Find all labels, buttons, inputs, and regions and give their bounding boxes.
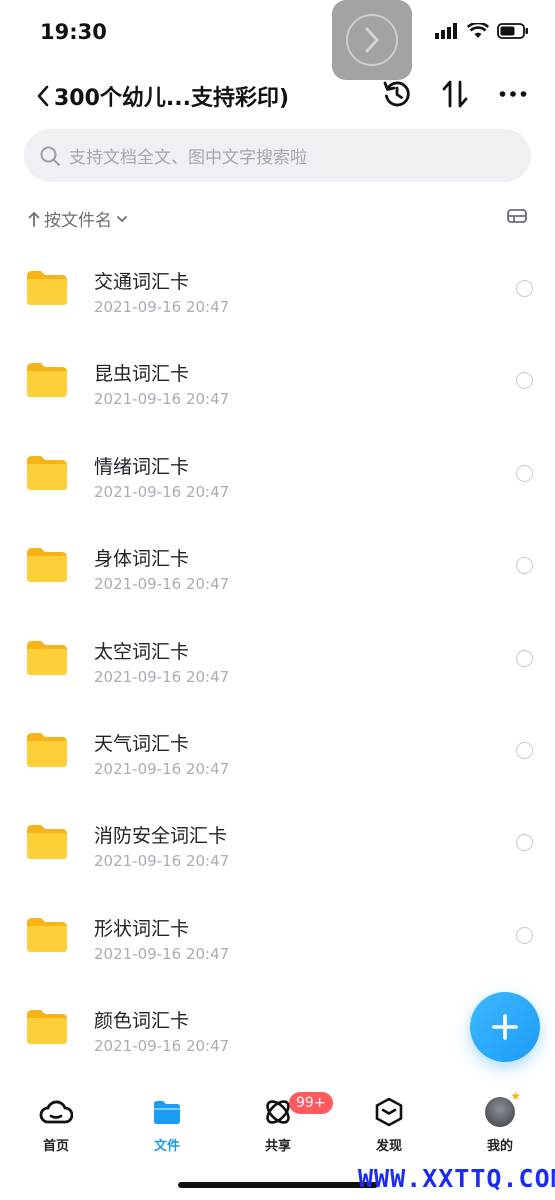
avatar: ★ — [485, 1089, 521, 1127]
cloud-home-icon — [39, 1095, 73, 1129]
folder-icon — [27, 917, 67, 952]
file-name: 消防安全词汇卡 — [94, 825, 228, 848]
history-icon — [383, 81, 410, 107]
file-name: 身体词汇卡 — [94, 548, 190, 571]
tab-discover-label: 发现 — [375, 1139, 402, 1154]
more-dots-icon — [499, 91, 527, 97]
nav-actions — [381, 76, 529, 112]
file-list: 交通词汇卡 2021-09-16 20:47 昆虫词汇卡 2021-09-16 20:… — [0, 240, 555, 1072]
arrow-up-icon — [28, 211, 40, 227]
file-row[interactable]: 消防安全词汇卡 2021-09-16 20:47 — [0, 794, 555, 886]
battery-icon — [497, 23, 528, 39]
tab-home[interactable]: 首页 — [16, 1095, 96, 1154]
folder-icon — [27, 732, 67, 767]
list-view-icon — [507, 209, 527, 223]
status-icons — [435, 23, 529, 39]
chevron-left-icon — [36, 85, 50, 107]
chevron-right-icon — [365, 27, 380, 53]
sort-label: 按文件名 — [44, 211, 112, 231]
file-row[interactable]: 形状词汇卡 2021-09-16 20:47 — [0, 887, 555, 979]
folder-icon — [27, 455, 67, 490]
sort-arrows-icon — [442, 80, 468, 108]
sort-by-name-button[interactable]: 按文件名 — [28, 206, 128, 231]
file-date: 2021-09-16 20:47 — [94, 852, 230, 871]
cellular-signal-icon — [435, 23, 457, 39]
folder-icon — [27, 548, 67, 583]
plus-icon — [492, 1014, 518, 1040]
file-row[interactable]: 天气词汇卡 2021-09-16 20:47 — [0, 702, 555, 794]
file-name: 昆虫词汇卡 — [94, 363, 190, 386]
folder-icon — [27, 1010, 67, 1045]
tab-profile-label: 我的 — [486, 1139, 513, 1154]
folder-icon — [27, 640, 67, 675]
select-checkbox[interactable] — [516, 464, 533, 482]
wifi-icon — [467, 23, 489, 38]
select-checkbox[interactable] — [516, 926, 533, 944]
file-date: 2021-09-16 20:47 — [94, 759, 230, 778]
discover-cube-icon — [372, 1095, 406, 1129]
tab-discover[interactable]: 发现 — [349, 1095, 429, 1154]
tab-share-label: 共享 — [264, 1139, 291, 1154]
select-checkbox[interactable] — [516, 557, 533, 575]
file-name: 天气词汇卡 — [94, 732, 190, 755]
file-name: 形状词汇卡 — [94, 917, 190, 940]
avatar-wrap: ★ — [483, 1089, 521, 1129]
assistive-float-button[interactable] — [332, 0, 412, 80]
select-checkbox[interactable] — [516, 741, 533, 759]
file-row[interactable]: 身体词汇卡 2021-09-16 20:47 — [0, 517, 555, 609]
file-row[interactable]: 情绪词汇卡 2021-09-16 20:47 — [0, 425, 555, 517]
select-checkbox[interactable] — [516, 372, 533, 390]
file-date: 2021-09-16 20:47 — [94, 944, 230, 963]
file-date: 2021-09-16 20:47 — [94, 1037, 230, 1056]
share-badge: 99+ — [289, 1092, 333, 1114]
select-checkbox[interactable] — [516, 834, 533, 852]
file-row[interactable]: 交通词汇卡 2021-09-16 20:47 — [0, 240, 555, 332]
tab-files[interactable]: 文件 — [127, 1095, 207, 1154]
history-button[interactable] — [381, 76, 413, 112]
tab-home-label: 首页 — [42, 1139, 69, 1154]
status-bar: 19:30 — [0, 0, 555, 70]
file-date: 2021-09-16 20:47 — [94, 575, 230, 594]
select-checkbox[interactable] — [516, 280, 533, 297]
select-checkbox[interactable] — [516, 649, 533, 667]
file-date: 2021-09-16 20:47 — [94, 390, 230, 409]
search-placeholder: 支持文档全文、图中文字搜索啦 — [69, 148, 307, 168]
file-date: 2021-09-16 20:47 — [94, 667, 230, 686]
more-button[interactable] — [497, 76, 529, 112]
page-title: 300个幼儿...支持彩印) — [54, 86, 290, 111]
search-input[interactable]: 支持文档全文、图中文字搜索啦 — [24, 129, 531, 182]
view-mode-button[interactable] — [507, 208, 527, 228]
back-button[interactable]: 300个幼儿...支持彩印) — [36, 80, 289, 112]
crown-icon: ★ — [510, 1089, 521, 1103]
file-name: 情绪词汇卡 — [94, 455, 190, 478]
file-name: 太空词汇卡 — [94, 640, 190, 663]
search-icon — [40, 146, 60, 166]
chevron-down-icon — [117, 215, 127, 222]
nav-bar: 300个幼儿...支持彩印) — [0, 70, 555, 120]
watermark: WWW.XXTTQ.COM — [358, 1164, 555, 1193]
file-name: 交通词汇卡 — [94, 271, 190, 293]
sort-row: 按文件名 — [0, 200, 555, 236]
folder-icon — [27, 363, 67, 398]
add-button[interactable] — [470, 992, 540, 1062]
tab-files-label: 文件 — [153, 1139, 180, 1154]
sort-order-button[interactable] — [439, 76, 471, 112]
tab-profile[interactable]: ★ 我的 — [460, 1089, 540, 1154]
file-row[interactable]: 昆虫词汇卡 2021-09-16 20:47 — [0, 332, 555, 424]
folder-icon — [27, 271, 67, 305]
home-indicator — [178, 1182, 378, 1188]
folder-icon — [150, 1095, 184, 1129]
file-date: 2021-09-16 20:47 — [94, 482, 230, 501]
folder-icon — [27, 825, 67, 860]
file-row[interactable]: 太空词汇卡 2021-09-16 20:47 — [0, 610, 555, 702]
file-name: 颜色词汇卡 — [94, 1010, 190, 1033]
file-date: 2021-09-16 20:47 — [94, 298, 230, 316]
status-time: 19:30 — [40, 20, 107, 44]
